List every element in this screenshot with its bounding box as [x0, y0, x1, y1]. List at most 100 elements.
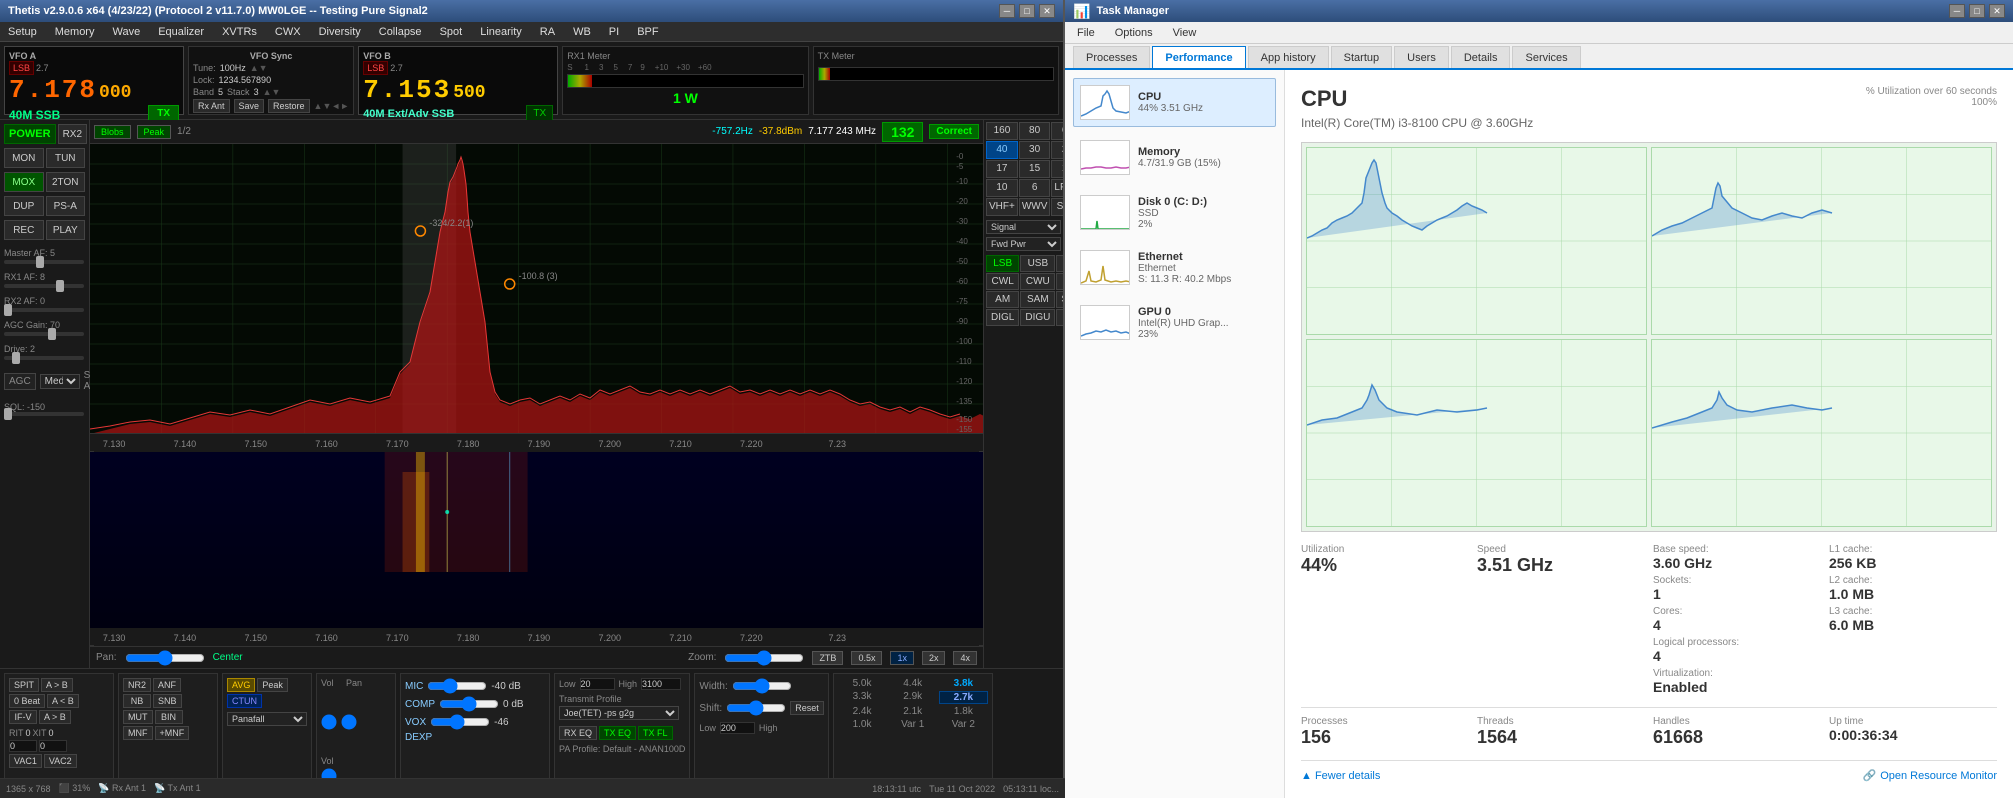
sidebar-item-disk[interactable]: Disk 0 (C: D:) SSD 2%: [1073, 188, 1276, 237]
width-slider[interactable]: [732, 678, 792, 694]
low2-input[interactable]: [720, 722, 755, 734]
avg-button[interactable]: AVG: [227, 678, 255, 692]
menu-equalizer[interactable]: Equalizer: [154, 26, 208, 38]
zoom-1-button[interactable]: 1x: [890, 651, 914, 665]
blobs-button[interactable]: Blobs: [94, 125, 131, 139]
zoom-05-button[interactable]: 0.5x: [851, 651, 882, 665]
tun-button[interactable]: TUN: [46, 148, 86, 168]
zoom-slider[interactable]: [724, 650, 804, 666]
sidebar-item-cpu[interactable]: CPU 44% 3.51 GHz: [1073, 78, 1276, 127]
rx1-af-slider[interactable]: [4, 284, 84, 288]
vfo-b-freq[interactable]: 7.153: [363, 77, 451, 103]
vox-slider[interactable]: [430, 714, 490, 730]
sidebar-item-ethernet[interactable]: Ethernet Ethernet S: 11.3 R: 40.2 Mbps: [1073, 243, 1276, 292]
comp-slider[interactable]: [439, 696, 499, 712]
pan-slider-ctrl[interactable]: [341, 692, 357, 752]
rec-button[interactable]: REC: [4, 220, 44, 240]
band-17[interactable]: 17: [986, 160, 1018, 178]
menu-bpf[interactable]: BPF: [633, 26, 662, 38]
tx-eq-button[interactable]: TX EQ: [599, 726, 636, 740]
mode-drm[interactable]: DRM: [1056, 309, 1063, 326]
band-80[interactable]: 80: [1019, 122, 1051, 140]
tm-maximize-button[interactable]: □: [1969, 4, 1985, 18]
rx-eq-button[interactable]: RX EQ: [559, 726, 597, 740]
mode-cwl[interactable]: CWL: [986, 273, 1019, 290]
mode-lsb[interactable]: LSB: [986, 255, 1019, 272]
tm-minimize-button[interactable]: ─: [1949, 4, 1965, 18]
tm-menu-options[interactable]: Options: [1111, 27, 1157, 39]
tab-details[interactable]: Details: [1451, 46, 1511, 68]
pan-slider[interactable]: [125, 650, 205, 666]
band-30[interactable]: 30: [1019, 141, 1051, 159]
save-button[interactable]: Save: [234, 99, 265, 113]
menu-diversity[interactable]: Diversity: [315, 26, 365, 38]
menu-collapse[interactable]: Collapse: [375, 26, 426, 38]
menu-spot[interactable]: Spot: [436, 26, 467, 38]
menu-xvtrs[interactable]: XVTRs: [218, 26, 261, 38]
mic-slider[interactable]: [427, 678, 487, 694]
signal-dropdown[interactable]: Signal: [986, 220, 1061, 234]
mode-usb[interactable]: USB: [1020, 255, 1055, 272]
band-15[interactable]: 15: [1019, 160, 1051, 178]
mode-dsb[interactable]: DSB: [1056, 255, 1063, 272]
tm-menu-view[interactable]: View: [1169, 27, 1201, 39]
reset-button[interactable]: Reset: [790, 701, 824, 715]
mode-spec[interactable]: SPEC: [1056, 291, 1063, 308]
menu-linearity[interactable]: Linearity: [476, 26, 526, 38]
band-60[interactable]: 60: [1051, 122, 1063, 140]
drive-slider[interactable]: [4, 356, 84, 360]
band-10[interactable]: 10: [986, 179, 1018, 197]
tab-users[interactable]: Users: [1394, 46, 1449, 68]
nr2-button[interactable]: NR2: [123, 678, 151, 692]
tab-services[interactable]: Services: [1512, 46, 1580, 68]
shift-slider[interactable]: [726, 700, 786, 716]
spit-button[interactable]: SPIT: [9, 678, 39, 692]
band-wwv[interactable]: WWV: [1019, 198, 1051, 216]
snb-button[interactable]: SNB: [153, 694, 182, 708]
mute-button[interactable]: MUT: [123, 710, 153, 724]
band-40[interactable]: 40: [986, 141, 1018, 159]
play-button[interactable]: PLAY: [46, 220, 86, 240]
band-6[interactable]: 6: [1019, 179, 1051, 197]
mode-am[interactable]: AM: [986, 291, 1019, 308]
tab-startup[interactable]: Startup: [1331, 46, 1392, 68]
tton-button[interactable]: 2TON: [46, 172, 86, 192]
mnf-button[interactable]: MNF: [123, 726, 153, 740]
open-resource-monitor-link[interactable]: 🔗 Open Resource Monitor: [1863, 769, 1997, 782]
vac1-button[interactable]: VAC1: [9, 754, 42, 768]
ab2-button[interactable]: A < B: [47, 694, 79, 708]
peak-disp-button[interactable]: Peak: [257, 678, 288, 692]
tx-fl-button[interactable]: TX FL: [638, 726, 673, 740]
ztb-button[interactable]: ZTB: [812, 651, 843, 665]
dup-button[interactable]: DUP: [4, 196, 44, 216]
a-b-button[interactable]: A > B: [41, 678, 73, 692]
mode-digu[interactable]: DIGU: [1020, 309, 1055, 326]
tab-app-history[interactable]: App history: [1248, 46, 1329, 68]
rx2-af-slider[interactable]: [4, 308, 84, 312]
menu-ra[interactable]: RA: [536, 26, 559, 38]
low-input[interactable]: [580, 678, 615, 690]
rx2-button[interactable]: RX2: [58, 124, 87, 144]
thetis-maximize-button[interactable]: □: [1019, 4, 1035, 18]
menu-cwx[interactable]: CWX: [271, 26, 305, 38]
if-v-button[interactable]: IF-V: [9, 710, 37, 724]
mode-cwu[interactable]: CWU: [1020, 273, 1055, 290]
spectrum-display[interactable]: -324/2.2(1) -100.8 (3) -0 -5 -10 -20 -30…: [90, 144, 983, 434]
band-vhf[interactable]: VHF+: [986, 198, 1018, 216]
band-12[interactable]: 12: [1051, 160, 1063, 178]
bin-button[interactable]: BIN: [155, 710, 183, 724]
ctun-button[interactable]: CTUN: [227, 694, 262, 708]
nb-button[interactable]: NB: [123, 694, 151, 708]
master-af-slider[interactable]: [4, 260, 84, 264]
mode-fm[interactable]: FM: [1056, 273, 1063, 290]
xit-input[interactable]: [39, 740, 67, 752]
mode-digl[interactable]: DIGL: [986, 309, 1019, 326]
high-input[interactable]: [641, 678, 681, 690]
menu-memory[interactable]: Memory: [51, 26, 99, 38]
profile-select[interactable]: Joe(TET) -ps g2g: [559, 706, 679, 720]
anf-button[interactable]: ANF: [153, 678, 181, 692]
thetis-close-button[interactable]: ✕: [1039, 4, 1055, 18]
sidebar-item-gpu[interactable]: GPU 0 Intel(R) UHD Grap... 23%: [1073, 298, 1276, 347]
tm-close-button[interactable]: ✕: [1989, 4, 2005, 18]
mnfp-button[interactable]: +MNF: [155, 726, 190, 740]
